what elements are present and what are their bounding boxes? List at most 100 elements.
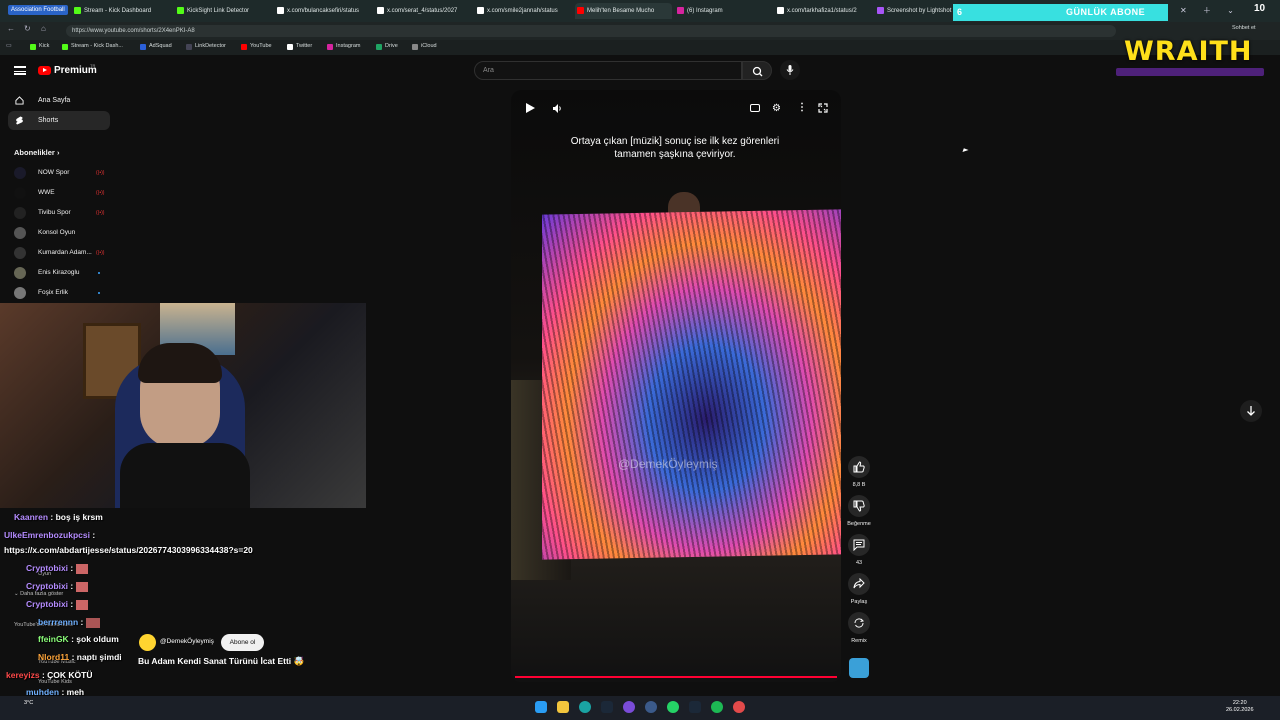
subscriptions-heading[interactable]: Abonelikler › [14, 148, 59, 157]
chat-message: Kaanren : boş iş krsm [14, 512, 103, 522]
dislike-button[interactable] [848, 495, 870, 517]
chat-message: Cryptobixi : [26, 563, 88, 574]
chat-panel-button[interactable]: Sohbet et [1232, 25, 1256, 31]
weather-widget[interactable]: 3°C [24, 700, 33, 706]
apps-icon[interactable]: ▭ [6, 42, 12, 49]
system-clock[interactable]: 22:20 26.02.2026 [1226, 700, 1254, 714]
search-button[interactable] [742, 61, 772, 80]
bookmark-twitter[interactable]: Twitter [287, 43, 312, 50]
sidebar-item-home[interactable]: Ana Sayfa [8, 91, 110, 110]
region-code: TR [90, 63, 96, 68]
mic-icon [786, 65, 794, 75]
more-options-icon[interactable]: ⋮ [797, 102, 807, 113]
bookmark-linkdetector[interactable]: LinkDetector [186, 43, 226, 50]
like-button[interactable] [848, 456, 870, 478]
play-icon[interactable] [526, 103, 535, 113]
subscribe-button[interactable]: Abone ol [221, 634, 264, 651]
voice-search-button[interactable] [780, 60, 800, 80]
sidebar-item-shorts[interactable]: Shorts [8, 111, 110, 130]
channel-avatar[interactable] [139, 634, 156, 651]
whatsapp-icon[interactable] [667, 701, 679, 713]
avatar [14, 167, 26, 179]
start-icon[interactable] [535, 701, 547, 713]
tab-group-label[interactable]: Association Football [8, 5, 68, 15]
back-icon[interactable]: ← [7, 24, 15, 33]
bookmark-icloud[interactable]: iCloud [412, 43, 437, 50]
channel-name[interactable]: @DemekÖyleymiş [160, 638, 214, 645]
thumbs-up-icon [853, 461, 865, 473]
volume-icon[interactable] [552, 103, 563, 114]
channel-item[interactable]: Konsol Oyun [14, 226, 75, 240]
settings-gear-icon[interactable]: ⚙ [772, 103, 781, 114]
show-more-button[interactable]: ⌄ Daha fazla göster [14, 591, 63, 597]
channel-item[interactable]: Tivibu Spor ((•)) [14, 206, 104, 220]
bookmark-stream-dashboard[interactable]: Stream - Kick Dash... [62, 43, 123, 50]
chrome-icon[interactable] [733, 701, 745, 713]
bookmark-adsquad[interactable]: AdSquad [140, 43, 172, 50]
search-input[interactable]: Ara [474, 61, 742, 80]
home-icon[interactable]: ⌂ [41, 24, 46, 33]
drive-icon [376, 44, 382, 50]
channel-item[interactable]: Foşix Erlik [14, 286, 100, 300]
bookmark-youtube[interactable]: YouTube [241, 43, 272, 50]
tab-youtube-active[interactable]: Melih'ten Besame Mucho [575, 3, 672, 19]
share-button[interactable] [848, 573, 870, 595]
emote-icon [75, 581, 88, 592]
menu-icon[interactable] [14, 66, 26, 75]
tab-lightshot[interactable]: Screenshot by Lightshot [875, 3, 955, 19]
app-icon[interactable] [623, 701, 635, 713]
thumbs-down-icon [853, 500, 865, 512]
bookmark-drive[interactable]: Drive [376, 43, 398, 50]
edge-icon[interactable] [579, 701, 591, 713]
arrow-down-icon [1247, 406, 1255, 416]
channel-item[interactable]: Kumardan Adam... ((•)) [14, 246, 104, 260]
sponsor-logo: WRAITH [1124, 36, 1253, 67]
webcam-overlay [0, 303, 366, 508]
video-title[interactable]: Bu Adam Kendi Sanat Türünü İcat Etti 🤯 [138, 656, 304, 667]
feather-icon [877, 7, 884, 14]
tab-x-serat[interactable]: x.com/serat_4/status/2027 [375, 3, 472, 19]
chevron-right-icon: › [56, 148, 60, 157]
remix-button[interactable] [848, 612, 870, 634]
chat-message: UlkeEmrenbozukpcsi : [4, 530, 96, 540]
next-short-button[interactable] [1240, 400, 1262, 422]
tab-x-tarkhafiza[interactable]: x.com/tarkhafiza1/status/2 [775, 3, 872, 19]
instagram-icon [677, 7, 684, 14]
bookmark-kick[interactable]: Kick [30, 43, 49, 50]
chat-message: https://x.com/abdartijesse/status/202677… [4, 545, 253, 555]
youtube-logo-icon[interactable] [38, 66, 51, 75]
tab-instagram[interactable]: (6) Instagram [675, 3, 772, 19]
comment-count: 43 [855, 560, 863, 566]
spotify-icon[interactable] [711, 701, 723, 713]
fullscreen-icon[interactable] [818, 103, 828, 113]
bookmark-instagram[interactable]: Instagram [327, 43, 360, 50]
channel-item[interactable]: NOW Spor ((•)) [14, 166, 104, 180]
channel-item[interactable]: Enis Kirazoglu [14, 266, 100, 280]
dislike-label: Beğenme [847, 521, 871, 527]
tab-kick-dashboard[interactable]: Stream - Kick Dashboard [72, 3, 172, 19]
tab-kicksight[interactable]: KickSight Link Detector [175, 3, 270, 19]
video-caption: Ortaya çıkan [müzik] sonuç ise ilk kez g… [570, 136, 780, 160]
app-icon[interactable] [645, 701, 657, 713]
share-label: Paylaş [850, 599, 868, 605]
steam-icon[interactable] [601, 701, 613, 713]
refresh-icon[interactable]: ↻ [24, 24, 31, 33]
video-progress-bar[interactable] [515, 676, 837, 678]
video-artwork [542, 209, 841, 560]
live-icon: ((•)) [96, 190, 105, 196]
tab-x-bulancak[interactable]: x.com/bulancaksefiri/status [275, 3, 372, 19]
live-icon: ((•)) [96, 210, 105, 216]
steam-icon[interactable] [689, 701, 701, 713]
x-icon [477, 7, 484, 14]
tab-x-smile[interactable]: x.com/smile2jannah/status [475, 3, 572, 19]
captions-icon[interactable] [750, 104, 760, 112]
window-controls[interactable]: ✕ ＋ ⌄ [1180, 4, 1234, 18]
adsquad-icon [140, 44, 146, 50]
channel-item[interactable]: WWE ((•)) [14, 186, 104, 200]
comments-button[interactable] [848, 534, 870, 556]
youtube-icon [241, 44, 247, 50]
sound-avatar[interactable] [849, 658, 869, 678]
avatar [14, 287, 26, 299]
url-field[interactable]: https://www.youtube.com/shorts/2X4enPKI-… [66, 25, 1116, 37]
file-explorer-icon[interactable] [557, 701, 569, 713]
